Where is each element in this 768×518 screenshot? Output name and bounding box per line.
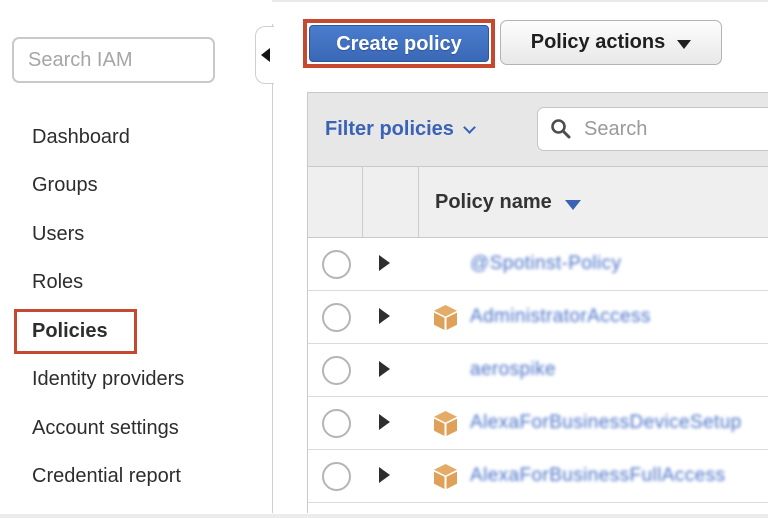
aws-managed-policy-icon (432, 410, 459, 437)
collapse-left-icon (261, 48, 270, 62)
sidebar: Dashboard Groups Users Roles Policies Id… (0, 0, 272, 513)
sidebar-item-label: Identity providers (32, 368, 184, 391)
policy-name-column-header[interactable]: Policy name (435, 167, 581, 238)
table-row: @Spotinst-Policy (308, 238, 768, 291)
table-row: AlexaForBusinessFullAccess (308, 450, 768, 503)
sidebar-divider (272, 24, 273, 513)
policy-actions-button[interactable]: Policy actions (500, 20, 722, 65)
row-radio-button[interactable] (322, 356, 351, 385)
bottom-border (0, 514, 768, 518)
sidebar-item-roles[interactable]: Roles (0, 259, 272, 308)
table-row: AdministratorAccess (308, 291, 768, 344)
iam-policies-page: Dashboard Groups Users Roles Policies Id… (0, 0, 768, 518)
column-separator (418, 167, 419, 238)
table-search-wrap (537, 107, 768, 151)
column-separator (362, 167, 363, 238)
table-header-row: Policy name (308, 167, 768, 238)
policy-name-link[interactable]: AlexaForBusinessFullAccess (470, 465, 725, 487)
sidebar-item-identity-providers[interactable]: Identity providers (0, 356, 272, 405)
chevron-down-icon (463, 121, 476, 134)
sidebar-item-label: Users (32, 223, 84, 246)
policy-name-link[interactable]: AdministratorAccess (470, 306, 651, 328)
caret-down-icon (677, 40, 691, 49)
table-row: aerospike (308, 344, 768, 397)
search-iam-input[interactable] (12, 37, 215, 83)
expand-row-icon[interactable] (379, 361, 390, 377)
sidebar-item-label: Policies (32, 320, 108, 342)
sidebar-nav: Dashboard Groups Users Roles Policies Id… (0, 113, 272, 501)
sidebar-item-label: Roles (32, 271, 83, 294)
row-radio-button[interactable] (322, 462, 351, 491)
filter-policies-dropdown[interactable]: Filter policies (325, 118, 474, 141)
sidebar-item-account-settings[interactable]: Account settings (0, 404, 272, 453)
annotation-create-policy-highlight: Create policy (303, 19, 495, 68)
row-radio-button[interactable] (322, 409, 351, 438)
expand-row-icon[interactable] (379, 414, 390, 430)
create-policy-button[interactable]: Create policy (309, 25, 489, 62)
policy-actions-label: Policy actions (531, 31, 666, 54)
filter-policies-label: Filter policies (325, 118, 454, 141)
table-row: AlexaForBusinessDeviceSetup (308, 397, 768, 450)
policy-name-link[interactable]: @Spotinst-Policy (470, 253, 621, 275)
row-radio-button[interactable] (322, 303, 351, 332)
sidebar-item-groups[interactable]: Groups (0, 162, 272, 211)
expand-row-icon[interactable] (379, 255, 390, 271)
filter-bar: Filter policies (308, 93, 768, 167)
policy-name-link[interactable]: aerospike (470, 359, 556, 381)
collapse-sidebar-button[interactable] (255, 26, 274, 84)
sidebar-item-label: Account settings (32, 417, 179, 440)
sidebar-item-label: Credential report (32, 465, 181, 488)
sidebar-item-label: Dashboard (32, 126, 130, 149)
sidebar-item-dashboard[interactable]: Dashboard (0, 113, 272, 162)
policy-search-input[interactable] (537, 107, 768, 151)
sidebar-item-users[interactable]: Users (0, 210, 272, 259)
sidebar-item-credential-report[interactable]: Credential report (0, 453, 272, 502)
aws-managed-policy-icon (432, 463, 459, 490)
sidebar-item-policies[interactable]: Policies (0, 307, 272, 356)
aws-managed-policy-icon (432, 304, 459, 331)
sort-desc-icon (565, 200, 581, 210)
sidebar-item-label: Groups (32, 174, 98, 197)
policy-name-link[interactable]: AlexaForBusinessDeviceSetup (470, 412, 742, 434)
policies-table-panel: Filter policies Policy name @ (307, 92, 768, 513)
policy-name-header-label: Policy name (435, 191, 552, 214)
row-radio-button[interactable] (322, 250, 351, 279)
expand-row-icon[interactable] (379, 467, 390, 483)
annotation-policies-highlight: Policies (14, 309, 137, 354)
expand-row-icon[interactable] (379, 308, 390, 324)
